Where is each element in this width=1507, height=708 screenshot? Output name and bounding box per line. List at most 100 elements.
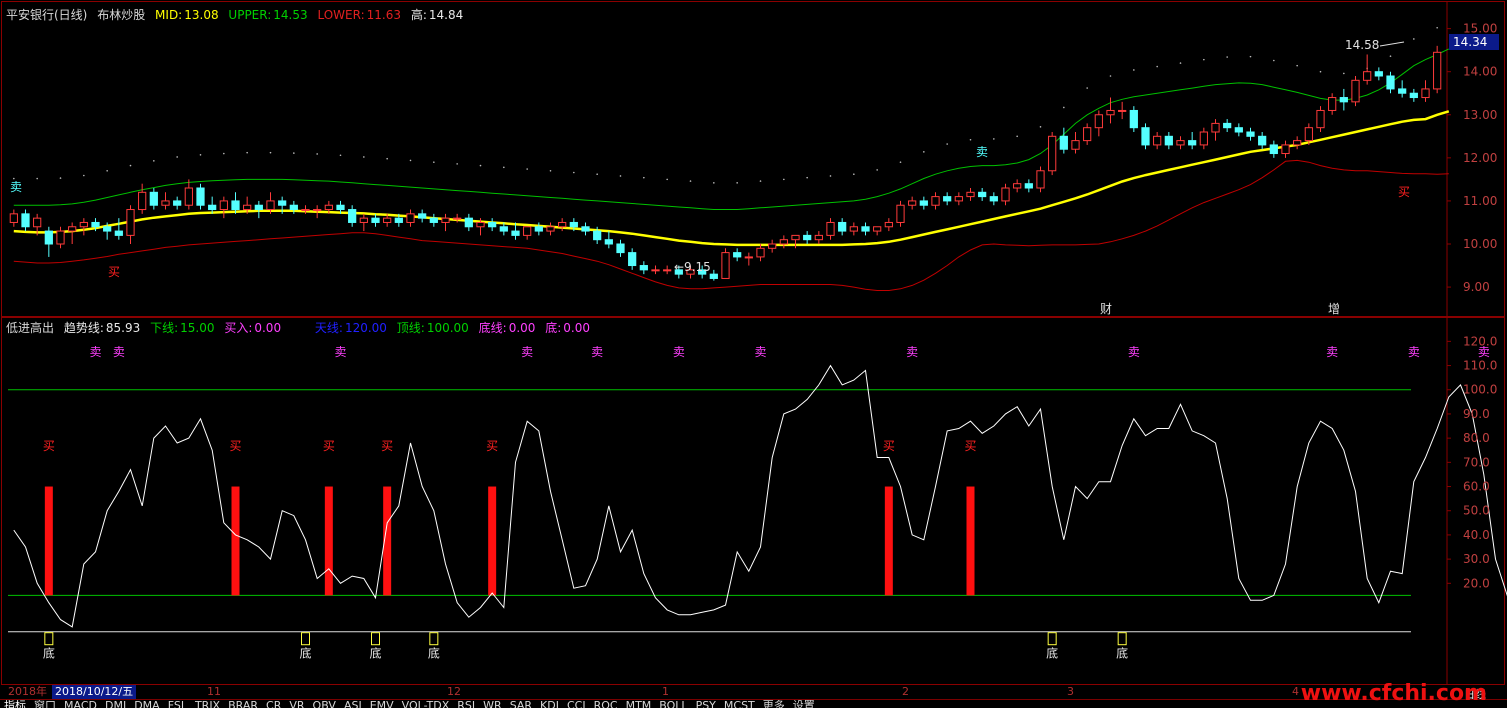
- osc-buy-label: 买: [230, 439, 242, 453]
- cursor-date: 2018/10/12/五: [52, 685, 137, 699]
- candle-down: [464, 217, 473, 228]
- candle-up: [721, 252, 730, 279]
- tab-3[interactable]: DMI: [101, 700, 130, 708]
- candle-up: [744, 256, 753, 259]
- tab-20[interactable]: MTM: [622, 700, 656, 708]
- candle-down: [1339, 97, 1348, 103]
- upper-dot: [223, 152, 225, 155]
- tab-15[interactable]: WR: [479, 700, 506, 708]
- price-buy-label: 买: [1398, 185, 1410, 199]
- tab-22[interactable]: PSY: [692, 700, 720, 708]
- tab-2[interactable]: MACD: [60, 700, 101, 708]
- tab-11[interactable]: ASI: [340, 700, 366, 708]
- candle-down: [488, 221, 497, 228]
- bottom-marker: [1117, 632, 1127, 646]
- tab-7[interactable]: BRAR: [224, 700, 262, 708]
- upper-dot: [783, 178, 785, 181]
- upper-dot: [923, 151, 925, 153]
- upper-label: UPPER:: [228, 8, 272, 22]
- candle-down: [511, 230, 520, 236]
- candle-down: [628, 252, 637, 267]
- upper-dot: [549, 169, 552, 172]
- upper-dot: [759, 180, 762, 182]
- stock-title[interactable]: 平安银行(日线): [6, 8, 87, 22]
- candle-down: [534, 226, 543, 232]
- candle-up: [1001, 187, 1010, 202]
- candle-down: [1398, 88, 1407, 94]
- upper-dot: [386, 157, 388, 160]
- candle-down: [254, 204, 263, 211]
- candle-up: [884, 221, 893, 228]
- candle-up: [814, 234, 823, 241]
- candle-up: [476, 221, 485, 228]
- upper-dot: [713, 182, 715, 184]
- tab-23[interactable]: MCST: [720, 700, 759, 708]
- candle-down: [149, 191, 158, 206]
- month-11: 11: [207, 685, 221, 698]
- bottom-marker: [371, 632, 380, 646]
- candle-down: [989, 196, 998, 202]
- tab-19[interactable]: ROC: [590, 700, 622, 708]
- tab-10[interactable]: OBV: [309, 700, 340, 708]
- price-sell-label: 卖: [10, 180, 22, 194]
- candle-up: [68, 226, 77, 232]
- tab-14[interactable]: RSI: [453, 700, 479, 708]
- tab-6[interactable]: TRIX: [191, 700, 224, 708]
- candle-down: [103, 226, 112, 232]
- osc-tick-label: 60.0: [1463, 480, 1490, 494]
- tab-12[interactable]: EMV: [366, 700, 398, 708]
- osc-sell-label: 卖: [906, 345, 918, 359]
- upper-dot: [1343, 72, 1345, 75]
- price-tick-label: 14.00: [1463, 65, 1497, 79]
- low-price-mark: ←9.15: [674, 260, 711, 274]
- candle-up: [1071, 140, 1080, 150]
- upper-dot: [129, 164, 132, 167]
- candle-up: [301, 209, 310, 212]
- candle-up: [324, 204, 333, 211]
- candle-up: [1176, 140, 1185, 146]
- tab-0[interactable]: 指标: [0, 700, 30, 708]
- upper-dot: [993, 138, 995, 140]
- candle-down: [1188, 140, 1197, 146]
- tab-13[interactable]: VOL-TDX: [398, 700, 454, 708]
- osc-tick-label: 110.0: [1463, 359, 1497, 373]
- bottom-marker: [301, 632, 310, 646]
- down-value: 15.00: [180, 321, 215, 335]
- tab-16[interactable]: SAR: [506, 700, 536, 708]
- upper-dot: [1016, 135, 1018, 138]
- candle-up: [1199, 131, 1208, 146]
- tab-8[interactable]: CR: [262, 700, 285, 708]
- candle-up: [1211, 122, 1220, 133]
- candle-down: [348, 209, 357, 223]
- candle-up: [79, 221, 88, 228]
- tab-21[interactable]: BOLL: [655, 700, 691, 708]
- candle-down: [861, 226, 870, 232]
- year-label: 2018年: [8, 685, 47, 698]
- tab-5[interactable]: FSL: [164, 700, 191, 708]
- indicator-name[interactable]: 布林炒股: [97, 8, 145, 22]
- upper-dot: [1039, 126, 1042, 128]
- candle-up: [523, 226, 532, 236]
- candle-up: [966, 191, 975, 198]
- tab-1[interactable]: 窗口: [30, 700, 60, 708]
- candle-up: [1118, 109, 1127, 112]
- candle-up: [406, 213, 415, 223]
- sub-indicator-name[interactable]: 低进高出: [6, 321, 54, 335]
- tab-18[interactable]: CCI: [563, 700, 590, 708]
- tab-9[interactable]: VR: [285, 700, 308, 708]
- upper-dot: [619, 175, 622, 177]
- price-buy-label: 买: [108, 265, 120, 279]
- boll-mid-line: [13, 110, 1450, 247]
- tab-17[interactable]: KDJ: [536, 700, 563, 708]
- sky-label: 天线:: [314, 321, 343, 335]
- candle-down: [919, 200, 928, 206]
- osc-sell-label: 卖: [335, 345, 347, 359]
- candle-down: [196, 187, 205, 206]
- tab-25[interactable]: 设置: [789, 700, 819, 708]
- tab-4[interactable]: DMA: [130, 700, 164, 708]
- upper-dot: [1226, 56, 1228, 58]
- chart-canvas[interactable]: 14.58←9.15财 增卖卖买买 买买买买买买买 15.0014.0013.00…: [0, 0, 1507, 708]
- tab-24[interactable]: 更多: [759, 700, 789, 708]
- upper-dot: [269, 151, 272, 154]
- upper-dot: [736, 182, 738, 184]
